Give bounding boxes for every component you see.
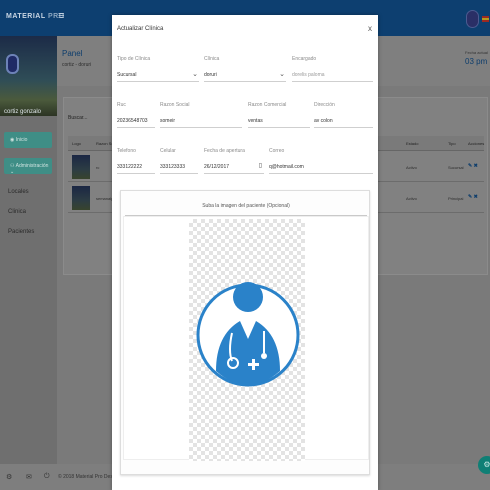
calendar-icon[interactable]: ▯ (259, 162, 262, 169)
close-icon[interactable]: x (368, 24, 372, 33)
update-clinic-modal: Actualizar Clínica x Tipo de Clínica Suc… (112, 15, 378, 490)
profile-name[interactable]: cortiz gonzalo (4, 109, 41, 115)
sidebar-item-inicio[interactable]: ◉ Inicio (4, 132, 52, 148)
trade-name-field[interactable]: Razon Comercial ventas (248, 102, 310, 128)
opening-date-field[interactable]: Fecha de apertura 26/12/2017 ▯ (204, 148, 264, 174)
clinic-logo-thumbnail (72, 155, 90, 179)
image-dropzone[interactable] (123, 216, 369, 461)
column-header: Estado (406, 141, 419, 146)
clinic-type-select[interactable]: Tipo de Clínica Sucursal ⌄ (117, 56, 199, 82)
header-info-value: 03 pm (465, 57, 488, 66)
column-header: Acciones (468, 141, 485, 146)
column-header: Logo (72, 141, 81, 146)
app-page: MATERIAL PRO ≡ cortiz gonzalo ◉ Inicio ⚇… (0, 0, 490, 490)
settings-fab-icon[interactable]: ⚙ (478, 456, 490, 474)
mail-icon[interactable]: ✉ (26, 473, 32, 481)
sidebar-link-locales[interactable]: Locales (8, 189, 29, 195)
sidebar-item-administracion[interactable]: ⚇ Administración ⌄ (4, 158, 52, 175)
phone-field[interactable]: Telefono 333122222 (117, 148, 155, 174)
row-actions[interactable]: ✎ ✖ (468, 194, 478, 200)
hamburger-icon[interactable]: ≡ (58, 10, 64, 22)
clinic-logo-thumbnail (72, 186, 90, 210)
address-field[interactable]: Dirección av colon (314, 102, 373, 128)
profile-avatar[interactable] (6, 54, 19, 74)
settings-icon[interactable]: ⚙ (6, 473, 12, 481)
table-search[interactable]: Buscar... (68, 115, 87, 121)
email-field[interactable]: Correo q@hotmail.com (269, 148, 373, 174)
ruc-field[interactable]: Ruc 20236548703 (117, 102, 155, 128)
image-upload-panel: Suba la imagen del paciente (Opcional) (120, 190, 370, 475)
clinic-select[interactable]: Clínica doruri ⌄ (204, 56, 286, 82)
row-actions[interactable]: ✎ ✖ (468, 163, 478, 169)
language-flag-icon[interactable] (482, 16, 489, 22)
business-name-field[interactable]: Razon Social someir (160, 102, 242, 128)
sidebar: cortiz gonzalo ◉ Inicio ⚇ Administración… (0, 36, 57, 464)
power-icon[interactable]: ⏻ (44, 473, 50, 481)
chevron-down-icon: ⌄ (279, 71, 285, 78)
column-header: Tipo (448, 141, 456, 146)
header-info-label: Fecha actual (465, 50, 488, 55)
upload-title: Suba la imagen del paciente (Opcional) (202, 203, 290, 209)
chevron-down-icon: ⌄ (10, 169, 15, 175)
page-title: Panel (62, 49, 83, 58)
doctor-avatar-icon (196, 282, 300, 387)
sidebar-link-clinica[interactable]: Clinica (8, 209, 26, 215)
modal-title: Actualizar Clínica (117, 26, 164, 32)
mobile-field[interactable]: Celular 333123333 (160, 148, 198, 174)
user-avatar[interactable] (466, 10, 479, 28)
breadcrumb: cortiz - doruri (62, 62, 92, 68)
chevron-down-icon: ⌄ (192, 71, 198, 78)
app-logo[interactable]: MATERIAL PRO (6, 13, 65, 20)
manager-field[interactable]: Encargado dorelis paloma (292, 56, 373, 82)
profile-banner: cortiz gonzalo (0, 36, 57, 116)
sidebar-link-pacientes[interactable]: Pacientes (8, 229, 34, 235)
